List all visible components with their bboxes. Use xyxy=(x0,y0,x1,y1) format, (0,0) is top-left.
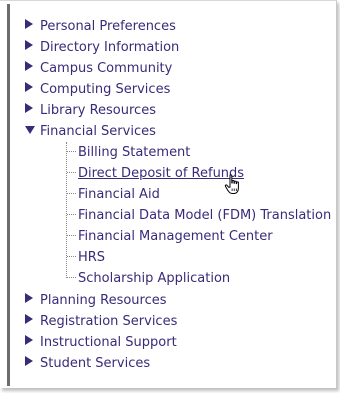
triangle-right-icon xyxy=(25,82,33,92)
tree-item-label: Computing Services xyxy=(40,81,171,97)
tree-item-label: Financial Services xyxy=(40,123,156,139)
tree-item-label: Directory Information xyxy=(40,39,180,55)
tree-item-registration-services[interactable]: Registration Services xyxy=(25,312,177,330)
tree-item-student-services[interactable]: Student Services xyxy=(25,354,150,372)
tree-item-label: Planning Resources xyxy=(40,292,167,308)
tree-item-campus-community[interactable]: Campus Community xyxy=(25,59,172,77)
tree-item-label: Campus Community xyxy=(40,60,173,76)
triangle-down-icon xyxy=(25,126,35,134)
tree-item-library-resources[interactable]: Library Resources xyxy=(25,101,156,119)
tree-item-personal-preferences[interactable]: Personal Preferences xyxy=(25,17,176,35)
child-link-scholarship-application[interactable]: Scholarship Application xyxy=(78,269,230,287)
child-link-billing-statement[interactable]: Billing Statement xyxy=(78,143,190,161)
tree-connector xyxy=(67,172,76,173)
tree-item-directory-information[interactable]: Directory Information xyxy=(25,38,179,56)
tree-connector-vertical xyxy=(66,142,67,278)
tree-item-planning-resources[interactable]: Planning Resources xyxy=(25,291,167,309)
tree-connector xyxy=(67,193,76,194)
tree-connector xyxy=(67,214,76,215)
child-link-financial-management-center[interactable]: Financial Management Center xyxy=(78,227,273,245)
triangle-right-icon xyxy=(25,19,33,29)
tree-item-label: Instructional Support xyxy=(40,334,177,350)
tree-item-computing-services[interactable]: Computing Services xyxy=(25,80,170,98)
tree-connector xyxy=(67,235,76,236)
hand-pointer-icon xyxy=(224,174,239,194)
tree-item-financial-services[interactable]: Financial Services xyxy=(25,122,156,140)
tree-item-label: Personal Preferences xyxy=(40,18,176,34)
triangle-right-icon xyxy=(25,293,33,303)
navigation-tree: Personal Preferences Directory Informati… xyxy=(0,1,336,388)
tree-item-label: Library Resources xyxy=(40,102,156,118)
triangle-right-icon xyxy=(25,103,33,113)
triangle-right-icon xyxy=(25,40,33,50)
child-link-financial-data-model-translation[interactable]: Financial Data Model (FDM) Translation xyxy=(78,206,331,224)
triangle-right-icon xyxy=(25,356,33,366)
child-link-financial-aid[interactable]: Financial Aid xyxy=(78,185,160,203)
tree-connector xyxy=(67,256,76,257)
tree-connector xyxy=(67,277,76,278)
tree-item-label: Registration Services xyxy=(40,313,178,329)
child-link-hrs[interactable]: HRS xyxy=(78,248,105,266)
triangle-right-icon xyxy=(25,335,33,345)
triangle-right-icon xyxy=(25,61,33,71)
child-link-direct-deposit-of-refunds[interactable]: Direct Deposit of Refunds xyxy=(78,164,244,182)
menu-panel: Personal Preferences Directory Informati… xyxy=(0,0,337,388)
tree-connector xyxy=(67,151,76,152)
tree-item-instructional-support[interactable]: Instructional Support xyxy=(25,333,177,351)
triangle-right-icon xyxy=(25,314,33,324)
tree-item-label: Student Services xyxy=(40,355,151,371)
